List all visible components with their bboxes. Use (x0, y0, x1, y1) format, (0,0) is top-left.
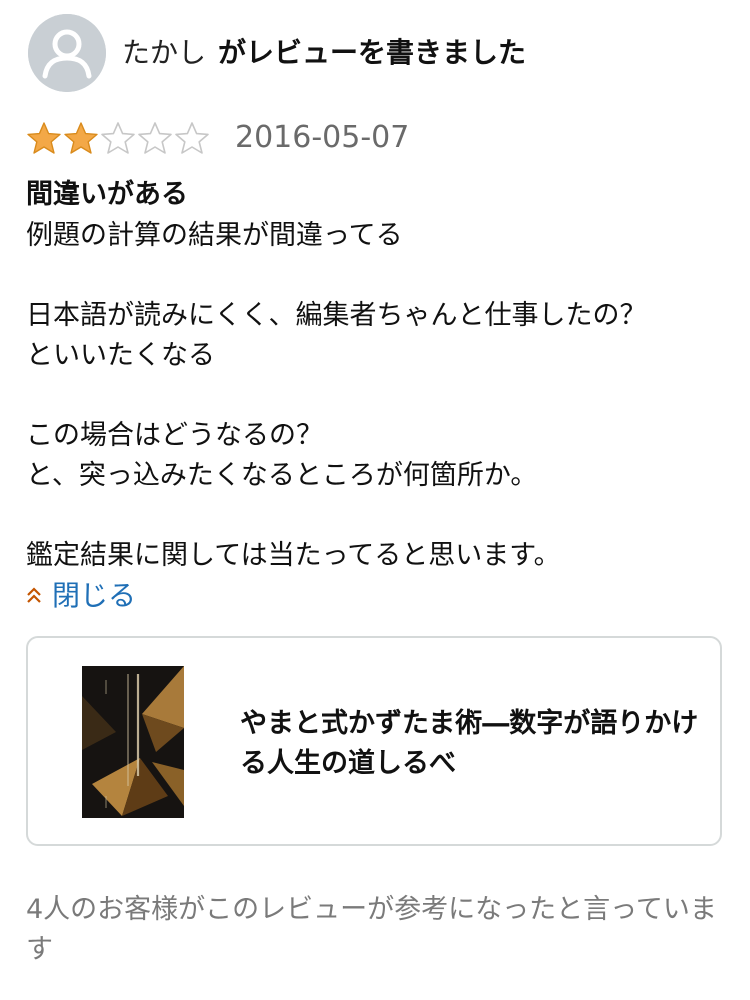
user-silhouette-icon (28, 14, 106, 92)
author-name[interactable]: たかし (122, 36, 206, 69)
book-cover-image[interactable] (82, 666, 184, 818)
star-filled-icon (64, 122, 98, 154)
avatar[interactable] (28, 14, 106, 92)
collapse-label: 閉じる (52, 579, 137, 612)
rating-row: 2016-05-07 (26, 118, 409, 158)
star-filled-icon (27, 122, 61, 154)
review-paragraph: 日本語が読みにくく、編集者ちゃんと仕事したの？ といいたくなる (26, 300, 647, 371)
product-card[interactable]: やまと式かずたま術―数字が語りかける人生の道しるべ (26, 636, 722, 846)
review-header: たかし がレビューを書きました (28, 14, 526, 92)
star-empty-icon (175, 122, 209, 154)
star-empty-icon (138, 122, 172, 154)
review-title: 間違いがある (26, 179, 188, 210)
review-paragraph: 例題の計算の結果が間違ってる (26, 220, 403, 251)
collapse-link[interactable]: 閉じる (26, 576, 136, 616)
star-rating (26, 121, 211, 155)
review-date: 2016-05-07 (235, 120, 410, 155)
review-paragraph: 鑑定結果に関しては当たってると思います。 (26, 540, 561, 571)
helpful-count-text: 4人のお客様がこのレビューが参考になったと言っています (26, 894, 717, 965)
author-line: たかし がレビューを書きました (122, 36, 526, 70)
star-empty-icon (101, 122, 135, 154)
product-title[interactable]: やまと式かずたま術―数字が語りかける人生の道しるべ (240, 704, 710, 784)
review-body: 例題の計算の結果が間違ってる 日本語が読みにくく、編集者ちゃんと仕事したの？ と… (26, 216, 726, 576)
review-paragraph: この場合はどうなるの？ と、突っ込みたくなるところが何箇所か。 (26, 420, 538, 491)
author-action-text: がレビューを書きました (218, 36, 527, 69)
chevron-up-icon (27, 587, 41, 603)
review-page: たかし がレビューを書きました 2016-05-07 間違いがある 例題の計算の結… (0, 0, 750, 1000)
